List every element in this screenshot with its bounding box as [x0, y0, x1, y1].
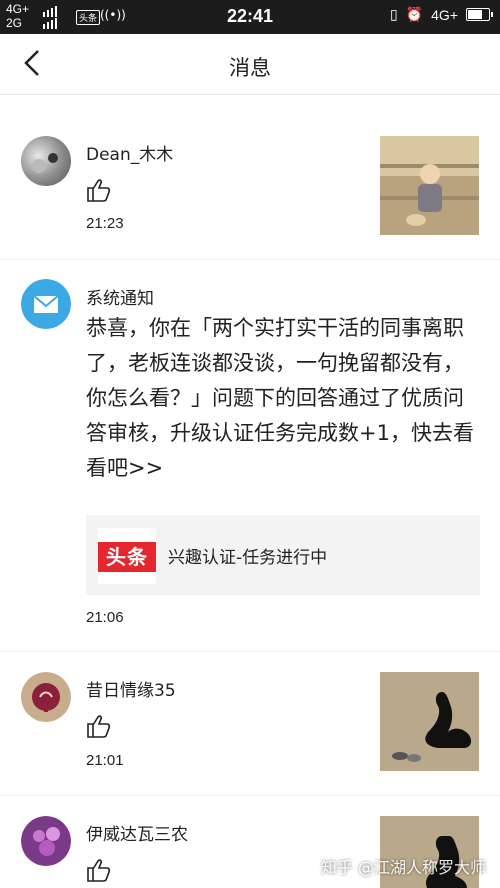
- battery-icon: [466, 8, 493, 21]
- sender-name: 系统通知: [86, 289, 154, 309]
- avatar[interactable]: [21, 816, 71, 866]
- avatar[interactable]: [21, 136, 71, 186]
- username[interactable]: 昔日情缘35: [86, 676, 176, 701]
- alarm-icon: ⏰: [405, 6, 424, 22]
- task-card[interactable]: 头条 兴趣认证-任务进行中: [86, 515, 480, 595]
- nav-bar: 消息: [0, 34, 500, 95]
- post-thumbnail[interactable]: [380, 672, 479, 771]
- status-bar: 4G+ 2G 头条 ((•)) 22:41 ▯ ⏰ 4G+: [0, 0, 500, 34]
- timestamp: 21:23: [86, 215, 124, 232]
- thumbs-up-icon: [87, 859, 111, 882]
- vibrate-icon: ▯: [389, 6, 398, 22]
- avatar[interactable]: [21, 672, 71, 722]
- username[interactable]: 伊威达瓦三农: [86, 820, 188, 845]
- post-thumbnail[interactable]: [380, 136, 479, 235]
- page-title: 消息: [229, 56, 271, 80]
- card-title: 兴趣认证-任务进行中: [168, 548, 328, 568]
- username[interactable]: Dean_木木: [86, 140, 173, 165]
- toutiao-logo: 头条: [98, 528, 156, 584]
- notice-text: 恭喜，你在「两个实打实干活的同事离职了，老板连谈都没谈，一句挽留都没有，你怎么看…: [86, 316, 474, 480]
- timestamp: 21:01: [86, 752, 124, 769]
- timestamp: 21:06: [86, 609, 124, 626]
- thumbs-up-icon: [87, 179, 111, 202]
- thumbs-up-icon: [87, 715, 111, 738]
- list-item[interactable]: Dean_木木 21:23: [0, 115, 500, 260]
- list-item[interactable]: 系统通知 恭喜，你在「两个实打实干活的同事离职了，老板连谈都没谈，一句挽留都没有…: [0, 259, 500, 652]
- watermark: 知乎 @江湖人称罗大师: [320, 858, 486, 877]
- status-right: ▯ ⏰ 4G+: [389, 6, 493, 23]
- mail-icon: [21, 279, 71, 329]
- list-item[interactable]: 昔日情缘35 21:01: [0, 651, 500, 796]
- network-right: 4G+: [431, 6, 458, 23]
